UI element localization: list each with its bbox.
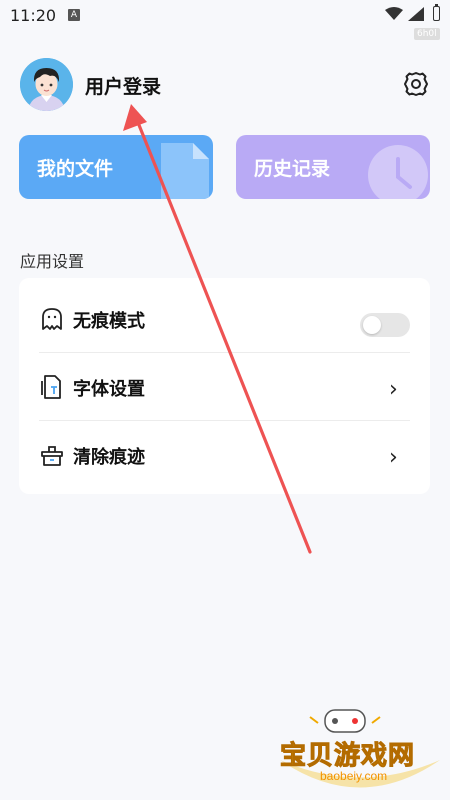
ghost-icon	[42, 308, 62, 330]
history-label: 历史记录	[254, 158, 331, 180]
gear-icon[interactable]	[402, 70, 430, 98]
history-card[interactable]: 历史记录	[236, 135, 430, 199]
signal-icon	[408, 7, 424, 21]
incognito-toggle[interactable]	[360, 313, 410, 337]
toggle-knob	[363, 316, 381, 334]
clock-icon	[368, 145, 428, 199]
battery-icon	[433, 6, 440, 21]
watermark-logo: 宝贝游戏网 baobeiy.com	[270, 705, 450, 800]
font-settings-row[interactable]: 字体设置 ›	[19, 353, 430, 421]
file-icon	[161, 143, 209, 199]
status-time: 11:20	[10, 6, 57, 25]
section-title: 应用设置	[20, 252, 85, 271]
chevron-right-icon: ›	[389, 377, 398, 402]
notification-icon: A	[68, 9, 80, 21]
avatar-image	[20, 58, 73, 111]
chevron-right-icon: ›	[389, 445, 398, 470]
font-file-icon	[41, 375, 61, 399]
incognito-row[interactable]: 无痕模式	[19, 285, 430, 353]
wifi-icon	[385, 7, 403, 20]
avatar[interactable]	[20, 58, 73, 111]
broom-icon	[41, 446, 63, 466]
watermark-url: baobeiy.com	[320, 769, 388, 783]
my-files-label: 我的文件	[37, 158, 114, 180]
font-settings-label: 字体设置	[73, 379, 145, 400]
my-files-card[interactable]: 我的文件	[19, 135, 213, 199]
login-link[interactable]: 用户登录	[85, 72, 161, 99]
clear-traces-label: 清除痕迹	[73, 447, 145, 468]
watermark-text: 宝贝游戏网	[279, 741, 416, 772]
settings-panel: 无痕模式 字体设置 › 清除痕迹 ›	[19, 278, 430, 494]
clear-traces-row[interactable]: 清除痕迹 ›	[19, 421, 430, 489]
incognito-label: 无痕模式	[73, 311, 145, 332]
status-bar: 11:20 A 6h0l	[0, 0, 450, 40]
status-tag: 6h0l	[414, 28, 440, 40]
